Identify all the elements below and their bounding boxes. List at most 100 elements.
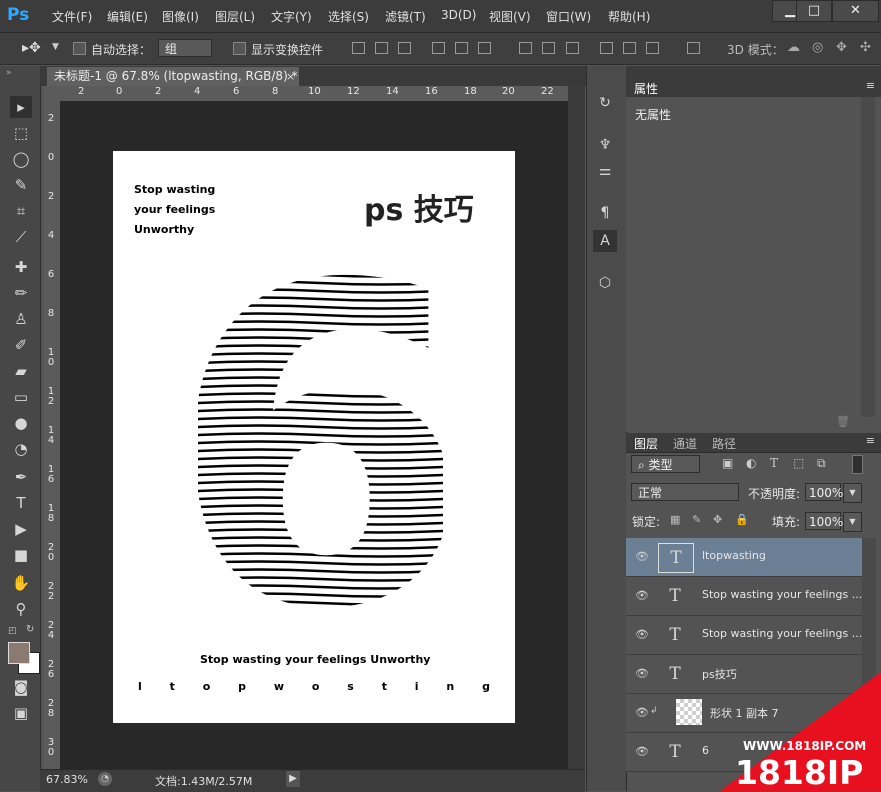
align-top-icon[interactable] <box>352 42 365 54</box>
panel-menu-icon[interactable]: ≡ <box>866 434 875 447</box>
auto-align-icon[interactable] <box>687 42 700 54</box>
eye-icon[interactable]: 👁 <box>635 628 649 642</box>
document-canvas[interactable]: Stop wasting your feelings Unworthy ps 技… <box>113 151 515 723</box>
swap-colors-icon[interactable]: ↻ <box>26 624 34 635</box>
tab-channels[interactable]: 通道 <box>673 435 697 452</box>
align-bottom-icon[interactable] <box>398 42 411 54</box>
properties-scrollbar[interactable] <box>861 97 875 417</box>
pen-tool-icon[interactable]: ✒ <box>10 466 32 488</box>
menu-layer[interactable]: 图层(L) <box>215 8 255 25</box>
auto-select-checkbox[interactable] <box>73 42 86 55</box>
align-hcenter-icon[interactable] <box>455 42 468 54</box>
filter-adjust-icon[interactable]: ◐ <box>746 456 756 470</box>
zoom-tool-icon[interactable]: ⚲ <box>10 598 32 620</box>
default-colors-icon[interactable]: ◰ <box>8 626 17 636</box>
close-tab-icon[interactable]: × <box>286 70 295 83</box>
filter-toggle[interactable] <box>852 455 863 474</box>
tab-layers[interactable]: 图层 <box>634 435 658 452</box>
path-select-tool-icon[interactable]: ▶ <box>10 518 32 540</box>
blur-tool-icon[interactable]: ● <box>10 412 32 434</box>
align-vcenter-icon[interactable] <box>375 42 388 54</box>
dodge-tool-icon[interactable]: ◔ <box>10 438 32 460</box>
menu-type[interactable]: 文字(Y) <box>271 8 312 25</box>
3d-pan-icon[interactable]: ✥ <box>836 40 847 55</box>
align-left-icon[interactable] <box>432 42 445 54</box>
eye-icon[interactable]: 👁 <box>635 589 649 603</box>
chevron-down-icon[interactable]: ▼ <box>843 512 862 532</box>
layer-row[interactable]: 👁 T ltopwasting <box>626 538 862 577</box>
shape-tool-icon[interactable]: ■ <box>10 544 32 566</box>
stamp-tool-icon[interactable]: ♙ <box>10 308 32 330</box>
quick-mask-icon[interactable]: ◙ <box>10 676 32 698</box>
eye-icon[interactable]: 👁 <box>635 745 649 759</box>
align-right-icon[interactable] <box>478 42 491 54</box>
close-button[interactable]: ✕ <box>832 0 879 22</box>
healing-brush-tool-icon[interactable]: ✚ <box>10 256 32 278</box>
menu-image[interactable]: 图像(I) <box>162 8 199 25</box>
menu-view[interactable]: 视图(V) <box>489 8 531 25</box>
screen-mode-icon[interactable]: ▣ <box>10 702 32 724</box>
brush-tool-icon[interactable]: ✏ <box>10 282 32 304</box>
chevron-down-icon[interactable]: ▼ <box>843 483 862 503</box>
distribute-left-icon[interactable] <box>600 42 613 54</box>
layer-filter-dropdown[interactable]: ⌕ 类型 <box>631 455 700 473</box>
menu-window[interactable]: 窗口(W) <box>546 8 591 25</box>
character-panel-icon[interactable]: A <box>593 230 617 252</box>
filter-smart-icon[interactable]: ⧉ <box>817 456 826 471</box>
3d-rotate-icon[interactable]: ☁ <box>787 40 800 55</box>
maximize-button[interactable]: □ <box>796 0 832 22</box>
document-tab[interactable]: 未标题-1 @ 67.8% (ltopwasting, RGB/8) * <box>47 67 299 86</box>
filter-shape-icon[interactable]: ⬚ <box>793 456 804 470</box>
tab-properties[interactable]: 属性 <box>634 80 658 97</box>
eraser-tool-icon[interactable]: ▰ <box>10 360 32 382</box>
eyedropper-tool-icon[interactable]: ⟋ <box>10 226 32 248</box>
3d-roll-icon[interactable]: ◎ <box>812 40 823 55</box>
auto-select-dropdown[interactable]: 组 <box>158 39 212 57</box>
move-tool-icon[interactable]: ▸✥ <box>22 40 41 56</box>
menu-3d[interactable]: 3D(D) <box>441 8 476 22</box>
lock-paint-icon[interactable]: ✎ <box>692 513 701 526</box>
layer-row[interactable]: 👁 T Stop wasting your feelings ... <box>626 577 862 616</box>
distribute-vcenter-icon[interactable] <box>542 42 555 54</box>
blend-mode-dropdown[interactable]: 正常 <box>631 483 739 501</box>
gradient-tool-icon[interactable]: ▭ <box>10 386 32 408</box>
eye-icon[interactable]: 👁 <box>635 550 649 564</box>
vertical-scrollbar[interactable] <box>568 86 585 769</box>
menu-help[interactable]: 帮助(H) <box>608 8 650 25</box>
layer-row[interactable]: 👁 T Stop wasting your feelings ... <box>626 616 862 655</box>
3d-panel-icon[interactable]: ⬡ <box>593 272 617 294</box>
tab-paths[interactable]: 路径 <box>712 435 736 452</box>
opacity-input[interactable]: 100% <box>805 483 843 501</box>
3d-slide-icon[interactable]: ✣ <box>860 40 871 55</box>
lock-all-icon[interactable]: 🔒 <box>735 513 749 526</box>
adjustments-panel-icon[interactable]: ⚌ <box>593 160 617 182</box>
panel-menu-icon[interactable]: ≡ <box>866 79 875 92</box>
filter-pixel-icon[interactable]: ▣ <box>722 456 733 470</box>
distribute-right-icon[interactable] <box>646 42 659 54</box>
menu-select[interactable]: 选择(S) <box>328 8 369 25</box>
hand-tool-icon[interactable]: ✋ <box>10 572 32 594</box>
quick-select-tool-icon[interactable]: ✎ <box>10 174 32 196</box>
distribute-bottom-icon[interactable] <box>566 42 579 54</box>
paragraph-panel-icon[interactable]: ¶ <box>593 202 617 224</box>
menu-edit[interactable]: 编辑(E) <box>107 8 148 25</box>
lock-transparent-icon[interactable]: ▦ <box>670 513 680 526</box>
eye-icon[interactable]: 👁 <box>635 667 649 681</box>
distribute-top-icon[interactable] <box>519 42 532 54</box>
menu-file[interactable]: 文件(F) <box>52 8 92 25</box>
distribute-hcenter-icon[interactable] <box>623 42 636 54</box>
chevron-down-icon[interactable]: ▼ <box>52 42 59 52</box>
eye-icon[interactable]: 👁 <box>635 706 649 720</box>
move-tool-icon[interactable]: ▸ <box>10 96 32 118</box>
menu-filter[interactable]: 滤镜(T) <box>385 8 426 25</box>
zoom-level[interactable]: 67.83% <box>46 773 88 786</box>
fill-input[interactable]: 100% <box>805 512 843 530</box>
history-panel-icon[interactable]: ↻ <box>593 92 617 114</box>
lasso-tool-icon[interactable]: ◯ <box>10 148 32 170</box>
status-menu-arrow-icon[interactable]: ▶ <box>286 771 300 787</box>
crop-tool-icon[interactable]: ⌗ <box>10 200 32 222</box>
history-brush-tool-icon[interactable]: ✐ <box>10 334 32 356</box>
show-transform-checkbox[interactable] <box>233 42 246 55</box>
foreground-color-swatch[interactable] <box>8 642 30 664</box>
marquee-tool-icon[interactable]: ⬚ <box>10 122 32 144</box>
